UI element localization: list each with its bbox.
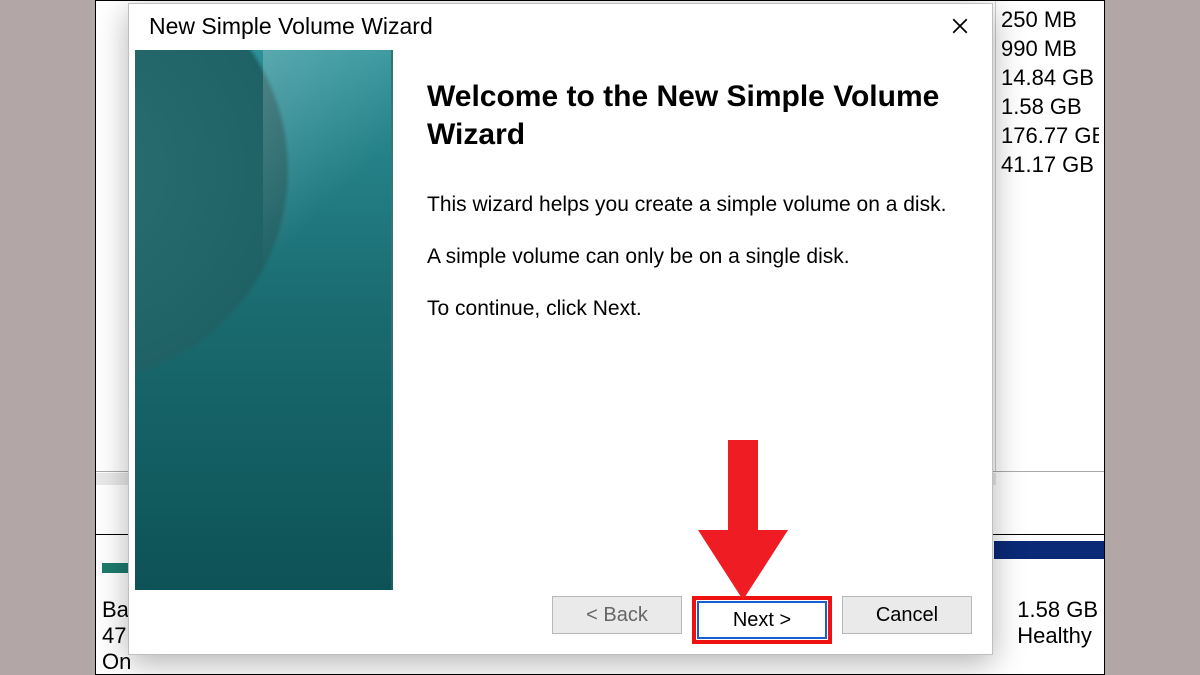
size-cell: 176.77 GB: [1001, 121, 1099, 150]
next-button[interactable]: Next >: [697, 601, 827, 639]
wizard-text: This wizard helps you create a simple vo…: [427, 190, 952, 220]
annotation-highlight: Next >: [692, 596, 832, 644]
partition-bar: [994, 541, 1104, 559]
disk-info-right: 1.58 GB Healthy: [1017, 597, 1098, 649]
new-simple-volume-wizard-dialog: New Simple Volume Wizard Welcome to the …: [128, 3, 993, 655]
wizard-title: New Simple Volume Wizard: [149, 13, 433, 40]
size-cell: 14.84 GB: [1001, 63, 1099, 92]
cancel-button[interactable]: Cancel: [842, 596, 972, 634]
wizard-footer: < Back Next > Cancel: [552, 596, 972, 644]
size-cell: 41.17 GB: [1001, 150, 1099, 179]
wizard-heading: Welcome to the New Simple Volume Wizard: [427, 78, 952, 154]
size-cell: 1.58 GB: [1001, 92, 1099, 121]
disk-color-chip: [102, 563, 130, 573]
size-cell: 250 MB: [1001, 5, 1099, 34]
column-divider: [995, 1, 996, 471]
wizard-titlebar[interactable]: New Simple Volume Wizard: [129, 4, 992, 48]
wizard-text: To continue, click Next.: [427, 294, 952, 324]
wizard-sidebar-graphic: [135, 50, 393, 590]
back-button[interactable]: < Back: [552, 596, 682, 634]
close-icon[interactable]: [940, 6, 980, 46]
size-column: 250 MB 990 MB 14.84 GB 1.58 GB 176.77 GB…: [1001, 5, 1099, 179]
wizard-body: Welcome to the New Simple Volume Wizard …: [129, 48, 992, 596]
wizard-text: A simple volume can only be on a single …: [427, 242, 952, 272]
size-cell: 990 MB: [1001, 34, 1099, 63]
wizard-content: Welcome to the New Simple Volume Wizard …: [393, 48, 992, 596]
